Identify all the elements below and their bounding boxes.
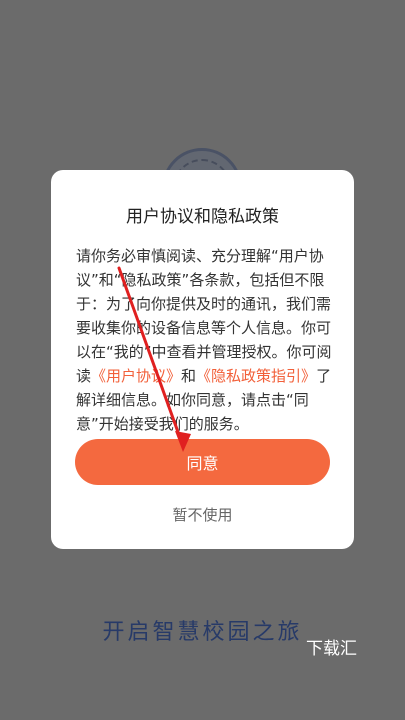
watermark-text: 下载汇 bbox=[306, 639, 357, 659]
decline-button[interactable]: 暂不使用 bbox=[51, 504, 354, 525]
dialog-body: 请你务必审慎阅读、充分理解“用户协议”和“隐私政策”各条款，包括但不限于：为了向… bbox=[76, 244, 338, 436]
privacy-policy-link[interactable]: 《隐私政策指引》 bbox=[196, 367, 316, 385]
user-agreement-link[interactable]: 《用户协议》 bbox=[91, 367, 181, 385]
agree-button[interactable]: 同意 bbox=[75, 439, 330, 485]
dialog-title: 用户协议和隐私政策 bbox=[126, 207, 279, 227]
privacy-dialog: 用户协议和隐私政策 请你务必审慎阅读、充分理解“用户协议”和“隐私政策”各条款，… bbox=[51, 170, 354, 549]
body-connector: 和 bbox=[181, 367, 197, 385]
body-text-part1: 请你务必审慎阅读、充分理解“用户协议”和“隐私政策”各条款，包括但不限于：为了向… bbox=[76, 247, 332, 385]
